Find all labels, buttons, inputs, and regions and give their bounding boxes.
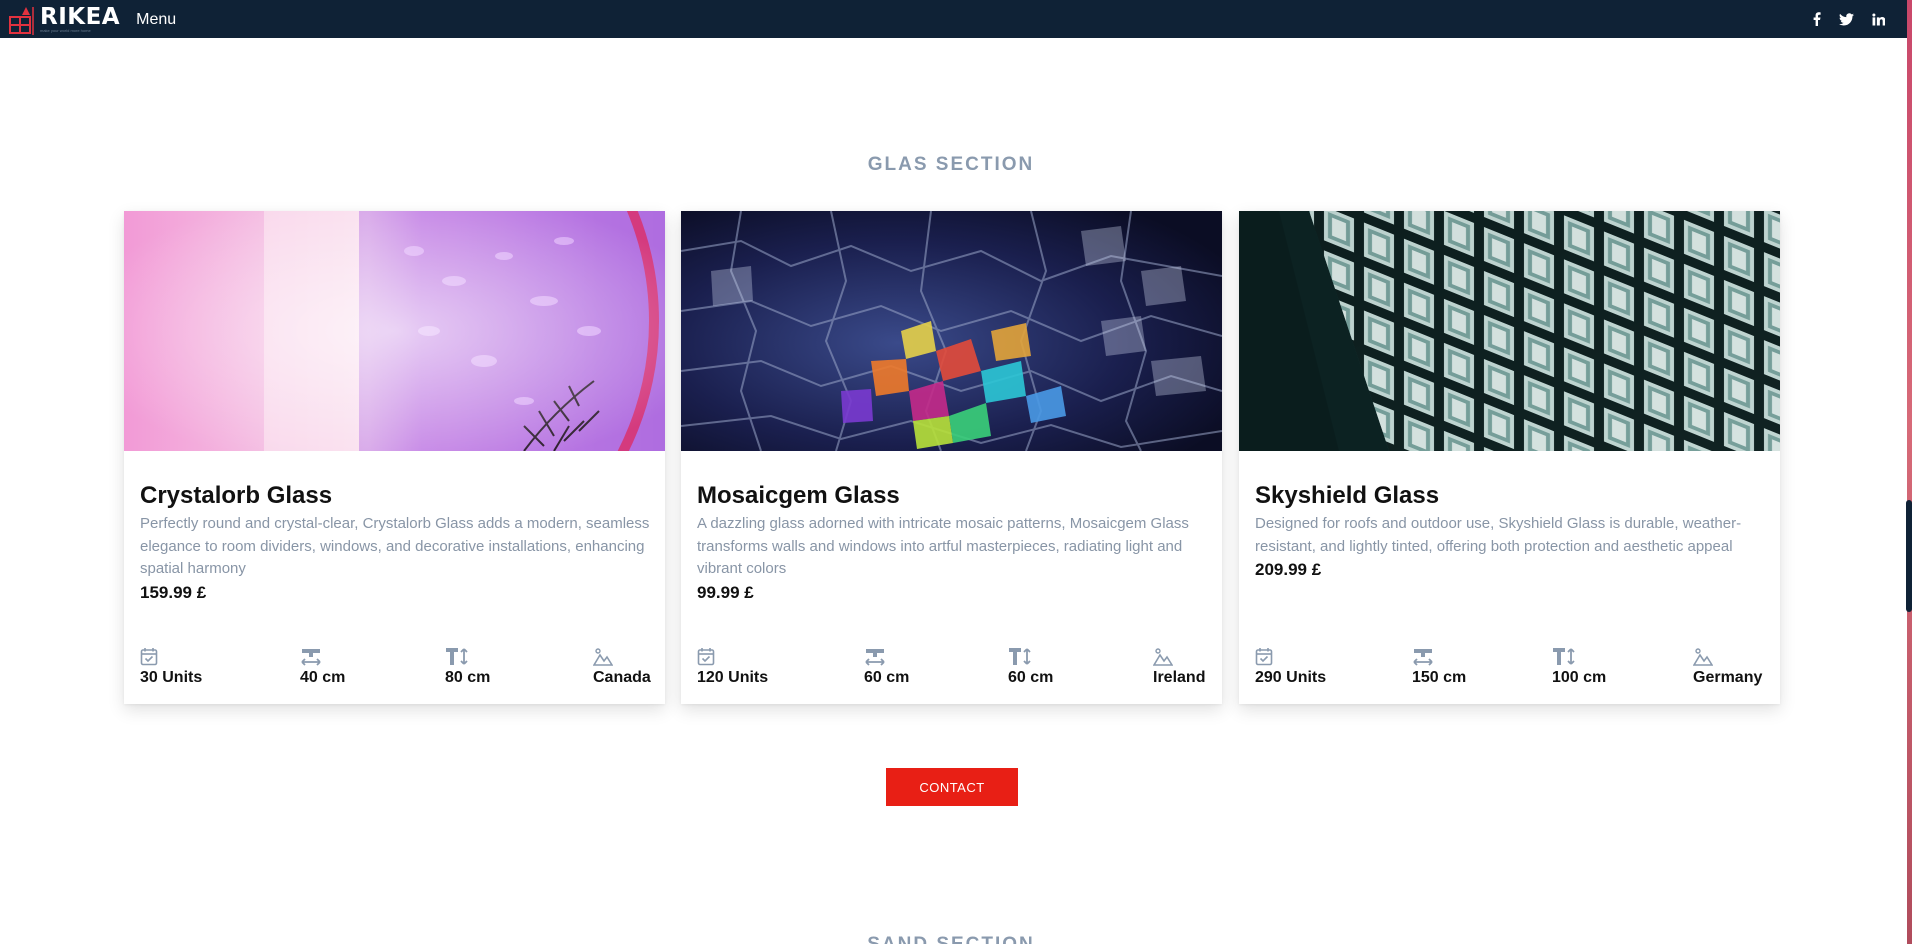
landscape-icon [1693, 644, 1713, 666]
menu-link[interactable]: Menu [136, 11, 176, 29]
calendar-check-icon [697, 644, 768, 666]
house-logo-icon [9, 7, 34, 35]
card-description: Designed for roofs and outdoor use, Skys… [1255, 515, 1742, 555]
card-price: 159.99 £ [140, 582, 207, 602]
section-title-glas: GLAS SECTION [867, 154, 1035, 175]
text-height-icon [1552, 644, 1606, 666]
spec-origin-value: Germany [1693, 669, 1763, 686]
spec-width: 60 cm [864, 644, 909, 687]
product-card-mosaicgem[interactable]: Mosaicgem Glass A dazzling glass adorned… [681, 211, 1222, 704]
card-description: A dazzling glass adorned with intricate … [697, 515, 1189, 577]
card-body: Crystalorb Glass Perfectly round and cry… [140, 482, 651, 603]
product-image-crystalorb [124, 211, 665, 451]
spec-width-value: 150 cm [1412, 669, 1467, 686]
width-arrows-icon [864, 644, 909, 666]
spec-origin: Ireland [1153, 644, 1205, 687]
card-body: Mosaicgem Glass A dazzling glass adorned… [697, 482, 1208, 603]
contact-button[interactable]: CONTACT [886, 768, 1018, 806]
scrollbar-thumb[interactable] [1906, 500, 1912, 612]
spec-units-value: 30 Units [140, 669, 203, 686]
product-image-skyshield [1239, 211, 1780, 451]
text-height-icon [445, 644, 490, 666]
card-title: Skyshield Glass [1255, 482, 1440, 509]
landscape-icon [593, 644, 613, 666]
spec-height-value: 60 cm [1008, 669, 1054, 686]
spec-width: 40 cm [300, 644, 345, 687]
twitter-icon[interactable] [1839, 12, 1854, 26]
card-body: Skyshield Glass Designed for roofs and o… [1255, 482, 1766, 580]
card-title: Mosaicgem Glass [697, 482, 900, 509]
section-title-sand: SAND SECTION [0, 934, 1902, 944]
landscape-icon [1153, 644, 1173, 666]
card-specs: 30 Units 40 cm 80 cm Canada [140, 644, 651, 688]
width-arrows-icon [300, 644, 345, 666]
spec-width: 150 cm [1412, 644, 1466, 687]
calendar-check-icon [1255, 644, 1326, 666]
spec-origin: Canada [593, 644, 651, 687]
spec-units-value: 120 Units [697, 669, 769, 686]
spec-height-value: 80 cm [445, 669, 491, 686]
width-arrows-icon [1412, 644, 1466, 666]
spec-height: 100 cm [1552, 644, 1606, 687]
product-image-mosaicgem [681, 211, 1222, 451]
product-cards: Crystalorb Glass Perfectly round and cry… [124, 211, 1780, 704]
spec-width-value: 60 cm [864, 669, 910, 686]
brand-logo[interactable]: RIKEA make your world more home [0, 0, 120, 38]
page-edge-strip [1907, 0, 1912, 944]
spec-units-value: 290 Units [1255, 669, 1327, 686]
card-specs: 290 Units 150 cm 100 cm Germany [1255, 644, 1764, 688]
spec-units: 120 Units [697, 644, 768, 687]
card-description: Perfectly round and crystal-clear, Cryst… [140, 515, 650, 577]
text-height-icon [1008, 644, 1053, 666]
top-navbar: RIKEA make your world more home Menu [0, 0, 1907, 38]
card-price: 209.99 £ [1255, 560, 1322, 579]
card-price: 99.99 £ [697, 582, 754, 602]
spec-origin: Germany [1693, 644, 1762, 687]
brand-name: RIKEA [40, 3, 121, 30]
spec-units: 30 Units [140, 644, 202, 687]
product-card-skyshield[interactable]: Skyshield Glass Designed for roofs and o… [1239, 211, 1780, 704]
spec-height-value: 100 cm [1552, 669, 1607, 686]
spec-origin-value: Canada [593, 669, 651, 686]
spec-width-value: 40 cm [300, 669, 346, 686]
card-title: Crystalorb Glass [140, 482, 333, 509]
social-links [1812, 0, 1885, 38]
spec-units: 290 Units [1255, 644, 1326, 687]
spec-height: 80 cm [445, 644, 490, 687]
linkedin-icon[interactable] [1872, 13, 1885, 26]
card-specs: 120 Units 60 cm 60 cm Ireland [697, 644, 1206, 688]
brand-tagline: make your world more home [40, 27, 91, 33]
facebook-icon[interactable] [1812, 12, 1821, 26]
spec-height: 60 cm [1008, 644, 1053, 687]
product-card-crystalorb[interactable]: Crystalorb Glass Perfectly round and cry… [124, 211, 665, 704]
spec-origin-value: Ireland [1153, 669, 1206, 686]
calendar-check-icon [140, 644, 202, 666]
